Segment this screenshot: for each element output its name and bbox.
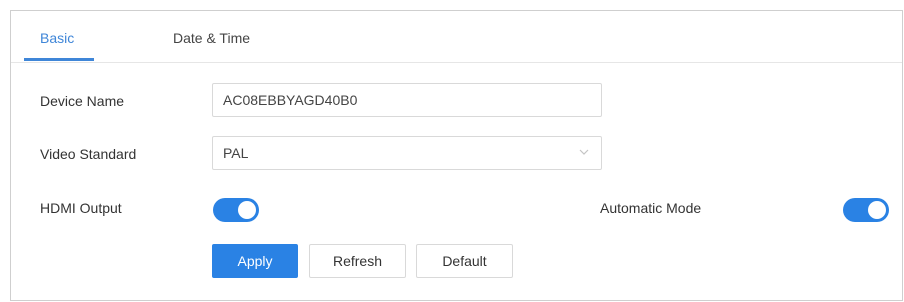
video-standard-value: PAL xyxy=(223,145,249,161)
tab-bar: Basic Date & Time xyxy=(11,11,902,63)
toggle-knob xyxy=(868,201,886,219)
device-name-input[interactable]: AC08EBBYAGD40B0 xyxy=(212,83,602,117)
automatic-mode-label: Automatic Mode xyxy=(600,200,702,216)
default-button[interactable]: Default xyxy=(416,244,513,278)
device-name-label: Device Name xyxy=(40,93,125,109)
device-name-value: AC08EBBYAGD40B0 xyxy=(223,92,358,108)
hdmi-output-toggle[interactable] xyxy=(213,198,259,222)
tab-date-time[interactable]: Date & Time xyxy=(173,29,250,47)
apply-button[interactable]: Apply xyxy=(212,244,298,278)
toggle-knob xyxy=(238,201,256,219)
automatic-mode-toggle[interactable] xyxy=(843,198,889,222)
video-standard-label: Video Standard xyxy=(40,146,137,162)
video-standard-select[interactable]: PAL xyxy=(212,136,602,170)
hdmi-output-label: HDMI Output xyxy=(40,200,122,216)
active-tab-indicator xyxy=(24,58,94,61)
refresh-button[interactable]: Refresh xyxy=(309,244,406,278)
tab-basic[interactable]: Basic xyxy=(40,29,74,47)
settings-panel: Basic Date & Time Device Name AC08EBBYAG… xyxy=(10,10,903,301)
chevron-down-icon xyxy=(579,149,589,155)
